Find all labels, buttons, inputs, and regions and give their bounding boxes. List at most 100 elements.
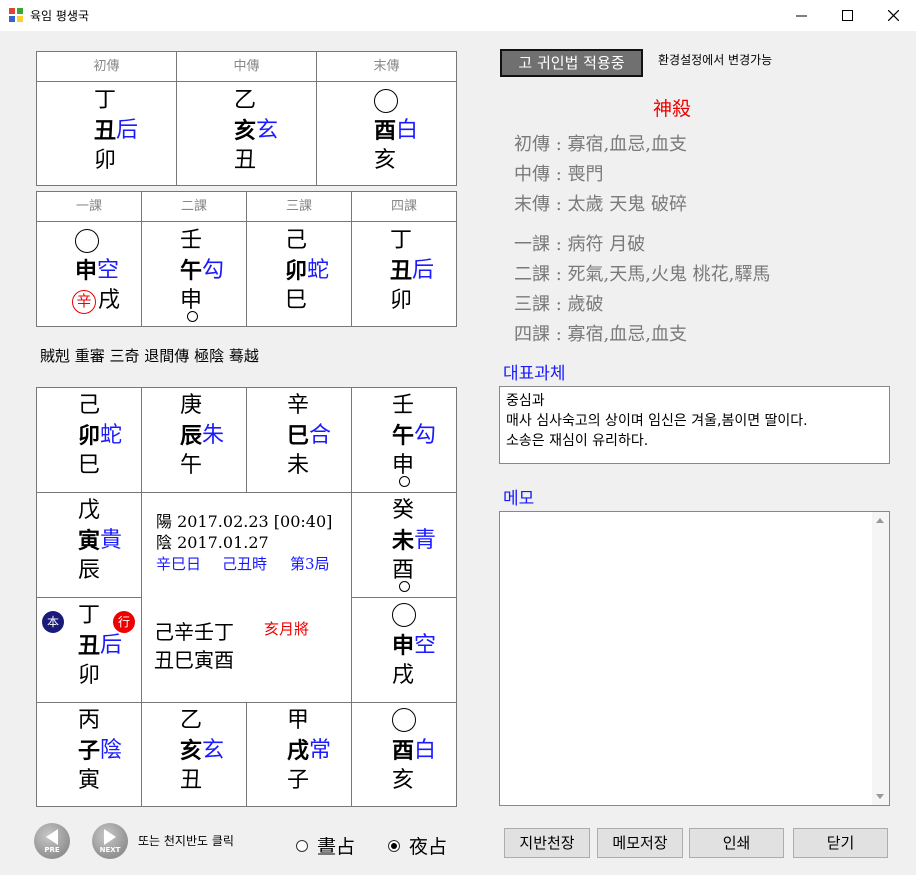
window-title: 육임 평생국	[30, 9, 90, 23]
next-button[interactable]: NEXT	[92, 823, 128, 859]
sike-header-1: 一課	[37, 192, 142, 222]
memo-scrollbar[interactable]	[872, 512, 889, 805]
sanchuan-cell-3[interactable]: 酉 白 亥	[317, 82, 456, 185]
stem: 壬	[180, 228, 203, 253]
stem: 丁	[78, 603, 101, 628]
general: 空	[414, 633, 437, 658]
sanchuan-cell-2[interactable]: 乙 亥 玄 丑	[177, 82, 317, 185]
sinsal-line-mochuan: 末傳 : 太歲 天鬼 破碎	[514, 194, 687, 215]
arrow-right-icon	[104, 828, 116, 845]
sike-header-3: 三課	[247, 192, 352, 222]
bottom-branch: 巳	[285, 288, 308, 313]
maximize-icon	[841, 10, 853, 21]
board-cell-bottom-1[interactable]: 丙 子 陰 寅	[37, 703, 142, 806]
prev-button[interactable]: PRE	[34, 823, 70, 859]
next-label: NEXT	[99, 845, 121, 854]
general: 后	[412, 258, 435, 283]
memo-label: 메모	[503, 489, 535, 509]
branch: 寅	[78, 528, 101, 554]
bottom-branch: 巳	[78, 453, 101, 478]
board-cell-right-2[interactable]: 申 空 戌	[352, 598, 456, 703]
marker-circle-icon	[187, 311, 198, 322]
app-icon	[8, 7, 24, 23]
radio-night-label: 夜占	[409, 836, 448, 858]
memo-save-button[interactable]: 메모저장	[597, 828, 683, 858]
board-cell-top-4[interactable]: 壬 午 勾 申	[352, 388, 456, 493]
title-bar: 육임 평생국	[0, 0, 916, 31]
close-icon	[887, 10, 899, 21]
radio-day-dot[interactable]	[296, 839, 308, 852]
empty-circle-icon	[75, 229, 99, 253]
branch: 酉	[374, 118, 397, 144]
branch: 酉	[392, 738, 415, 764]
sinsal-line-ke2: 二課 : 死氣,天馬,火鬼 桃花,驛馬	[514, 264, 771, 285]
bon-badge: 本	[42, 611, 64, 633]
bottom-branch: 辰	[78, 558, 101, 583]
scroll-up-icon[interactable]	[876, 518, 884, 523]
branch: 未	[392, 528, 415, 554]
board-cell-top-3[interactable]: 辛 巳 合 未	[247, 388, 352, 493]
radio-day-label: 晝占	[317, 836, 356, 858]
radio-night-dot[interactable]	[388, 839, 400, 852]
repr-line-1: 중심과	[506, 393, 545, 409]
general: 玄	[256, 118, 279, 143]
board-cell-bottom-4[interactable]: 酉 白 亥	[352, 703, 456, 806]
sinsal-line-ke1: 一課 : 病符 月破	[514, 234, 646, 255]
sike-cell-2[interactable]: 壬 午 勾 申	[142, 222, 247, 326]
board-cell-right-1[interactable]: 癸 未 青 酉	[352, 493, 456, 598]
branch: 辰	[180, 423, 203, 449]
sanchuan-header-2: 中傳	[177, 52, 317, 82]
board-cell-top-2[interactable]: 庚 辰 朱 午	[142, 388, 247, 493]
board-center-frame	[142, 493, 352, 703]
repr-label: 대표과체	[503, 364, 566, 384]
branch: 申	[75, 258, 98, 284]
maximize-button[interactable]	[824, 0, 870, 31]
bottom-branch: 戌	[98, 288, 121, 313]
board-cell-bottom-2[interactable]: 乙 亥 玄 丑	[142, 703, 247, 806]
arrow-left-icon	[46, 828, 58, 845]
radio-night[interactable]: 夜占	[388, 832, 447, 859]
sike-cell-1[interactable]: 申 空 辛 戌	[37, 222, 142, 326]
memo-textarea[interactable]	[499, 511, 890, 806]
sanchuan-cell-1[interactable]: 丁 丑 后 卯	[37, 82, 177, 185]
general: 白	[414, 738, 437, 763]
sinsal-line-ke3: 三課 : 歲破	[514, 294, 604, 315]
close-button[interactable]: 닫기	[793, 828, 888, 858]
board-cell-top-1[interactable]: 己 卯 蛇 巳	[37, 388, 142, 493]
sike-cell-4[interactable]: 丁 丑 后 卯	[352, 222, 456, 326]
jiban-button[interactable]: 지반천장	[504, 828, 590, 858]
general: 朱	[202, 423, 225, 448]
scroll-down-icon[interactable]	[876, 794, 884, 799]
bottom-branch: 卯	[390, 288, 413, 313]
close-window-button[interactable]	[870, 0, 916, 31]
bottom-branch: 丑	[180, 768, 203, 793]
general: 常	[309, 738, 332, 763]
guin-mode-button[interactable]: 고 귀인법 적용중	[500, 49, 643, 77]
gyeok-list: 賊剋 重審 三奇 退間傳 極陰 蓦越	[40, 347, 259, 365]
empty-circle-icon	[392, 708, 416, 732]
general: 陰	[100, 738, 123, 763]
minimize-button[interactable]	[778, 0, 824, 31]
board-cell-left-1[interactable]: 戊 寅 貴 辰	[37, 493, 142, 598]
mode-note: 환경설정에서 변경가능	[658, 53, 773, 67]
sike-header-2: 二課	[142, 192, 247, 222]
sike-cell-3[interactable]: 己 卯 蛇 巳	[247, 222, 352, 326]
general: 空	[97, 258, 120, 283]
repr-textbox[interactable]: 중심과 매사 심사숙고의 상이며 임신은 겨울,봄이면 딸이다. 소송은 재심이…	[499, 386, 890, 464]
board-cell-bottom-3[interactable]: 甲 戌 常 子	[247, 703, 352, 806]
radio-day[interactable]: 晝占	[296, 832, 355, 859]
general: 青	[414, 528, 437, 553]
marker-circle-icon	[399, 581, 410, 592]
branch: 丑	[78, 633, 101, 659]
general: 白	[396, 118, 419, 143]
cheonjiban-board[interactable]: 己 卯 蛇 巳 庚 辰 朱 午 辛 巳 合 未 壬 午 勾 申 戊 寅 貴 辰 …	[36, 387, 457, 807]
bottom-branch: 未	[287, 453, 310, 478]
general: 貴	[100, 528, 123, 553]
minimize-icon	[795, 15, 807, 17]
marker-circle-icon	[399, 476, 410, 487]
board-cell-left-2[interactable]: 本 丁 行 丑 后 卯	[37, 598, 142, 703]
print-button[interactable]: 인쇄	[689, 828, 784, 858]
sinsal-line-ke4: 四課 : 寡宿,血忌,血支	[514, 324, 687, 345]
bottom-branch: 寅	[78, 768, 101, 793]
bottom-branch: 子	[287, 768, 310, 793]
